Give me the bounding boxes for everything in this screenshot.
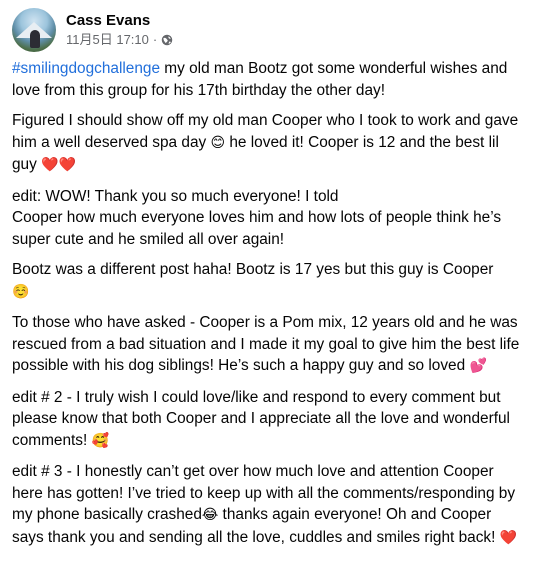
- paragraph-5: To those who have asked - Cooper is a Po…: [12, 312, 521, 378]
- paragraph-7: edit # 3 - I honestly can’t get over how…: [12, 461, 521, 549]
- two-hearts-emoji: 💕: [469, 358, 487, 374]
- post-body: #smilingdogchallenge my old man Bootz go…: [12, 58, 529, 549]
- paragraph-1: #smilingdogchallenge my old man Bootz go…: [12, 58, 521, 101]
- author-name[interactable]: Cass Evans: [66, 11, 173, 30]
- paragraph-text: edit: WOW! Thank you so much everyone! I…: [12, 187, 502, 248]
- avatar-person: [30, 30, 40, 48]
- paragraph-text: To those who have asked - Cooper is a Po…: [12, 314, 520, 374]
- globe-icon[interactable]: [161, 34, 173, 46]
- hashtag-link[interactable]: #smilingdogchallenge: [12, 60, 160, 77]
- post-timestamp[interactable]: 11月5日 17:10: [66, 31, 149, 49]
- paragraph-2: Figured I should show off my old man Coo…: [12, 110, 521, 177]
- paragraph-text: Bootz was a different post haha! Bootz i…: [12, 261, 494, 278]
- post-meta: Cass Evans 11月5日 17:10 ·: [66, 8, 173, 49]
- post-header: Cass Evans 11月5日 17:10 ·: [12, 0, 529, 58]
- red-hearts-emoji: ❤️❤️: [41, 157, 76, 173]
- paragraph-6: edit # 2 - I truly wish I could love/lik…: [12, 387, 521, 453]
- post-subline: 11月5日 17:10 ·: [66, 31, 173, 49]
- paragraph-3: edit: WOW! Thank you so much everyone! I…: [12, 186, 521, 251]
- facebook-post: Cass Evans 11月5日 17:10 · #smilingdogchal…: [0, 0, 541, 585]
- smiling-face-with-hearts-emoji: 🥰: [91, 432, 109, 449]
- paragraph-4: Bootz was a different post haha! Bootz i…: [12, 259, 521, 303]
- red-heart-emoji: ❤️: [499, 529, 518, 546]
- separator-dot: ·: [152, 32, 158, 47]
- smiling-face-emoji: 😊: [210, 134, 226, 151]
- paragraph-text: edit # 2 - I truly wish I could love/lik…: [12, 388, 510, 449]
- avatar[interactable]: [12, 8, 56, 52]
- tears-of-joy-emoji: 😂: [201, 507, 219, 523]
- smiling-face-emoji: ☺️: [12, 283, 30, 300]
